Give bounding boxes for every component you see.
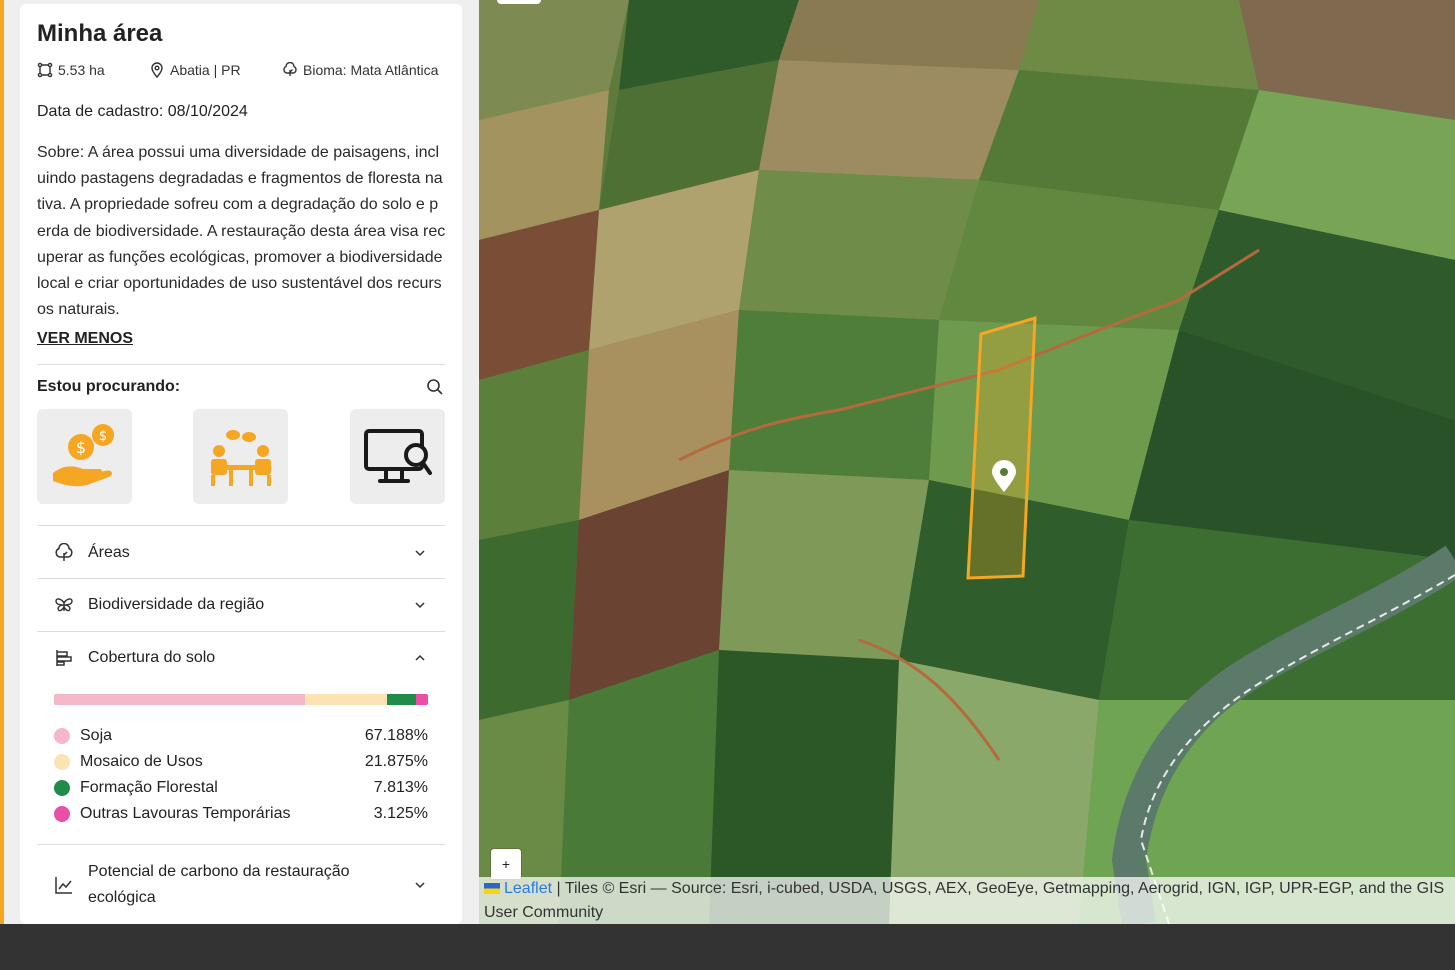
legend-name: Formação Florestal bbox=[80, 779, 218, 796]
ukraine-flag-icon bbox=[484, 883, 500, 894]
divider bbox=[37, 525, 445, 526]
divider bbox=[37, 364, 445, 365]
accordion-land-cover-label: Cobertura do solo bbox=[88, 649, 216, 666]
legend-item: Mosaico de Usos 21.875% bbox=[54, 751, 428, 773]
field-patch bbox=[479, 520, 579, 720]
area-size-value: 5.53 ha bbox=[58, 62, 105, 78]
land-cover-segment bbox=[305, 694, 388, 705]
legend-value: 7.813% bbox=[373, 779, 428, 796]
attribution-text: | Tiles © Esri — Source: Esri, i-cubed, … bbox=[484, 880, 1445, 921]
legend-item: Soja 67.188% bbox=[54, 725, 428, 747]
area-card: Minha área 5.53 ha Abatia | PR Bioma: Ma… bbox=[20, 4, 462, 924]
field-patch bbox=[729, 310, 939, 480]
field-patch bbox=[759, 60, 1019, 180]
tile-technology[interactable] bbox=[350, 409, 445, 504]
monitor-search-icon bbox=[363, 428, 432, 483]
svg-text:$: $ bbox=[98, 429, 106, 444]
area-location: Abatia | PR bbox=[149, 62, 241, 78]
accordion-areas[interactable]: Áreas bbox=[37, 527, 445, 579]
legend-swatch bbox=[54, 754, 70, 770]
legend-name: Outras Lavouras Temporárias bbox=[80, 805, 291, 822]
divider bbox=[37, 844, 445, 845]
legend-swatch bbox=[54, 728, 70, 744]
land-cover-segment bbox=[416, 694, 428, 705]
land-cover-bar bbox=[54, 694, 428, 705]
registration-date: Data de cadastro: 08/10/2024 bbox=[37, 103, 248, 120]
leaflet-link[interactable]: Leaflet bbox=[504, 880, 552, 897]
location-pin-icon bbox=[151, 62, 163, 78]
area-biome-value: Bioma: Mata Atlântica bbox=[303, 62, 439, 78]
tree-icon bbox=[283, 62, 297, 76]
field-patch bbox=[779, 0, 1039, 70]
tile-partnership[interactable] bbox=[193, 409, 288, 504]
chevron-down-icon bbox=[415, 882, 425, 889]
chevron-up-icon bbox=[415, 654, 425, 661]
field-patch bbox=[719, 470, 929, 660]
money-hand-icon: $ $ bbox=[52, 423, 114, 486]
legend-value: 67.188% bbox=[364, 727, 428, 744]
chevron-down-icon bbox=[415, 602, 425, 609]
legend-item: Outras Lavouras Temporárias 3.125% bbox=[54, 803, 428, 825]
field-patch bbox=[739, 170, 979, 320]
tree-icon bbox=[55, 543, 73, 561]
meeting-people-icon bbox=[210, 429, 271, 486]
accordion-biodiversity[interactable]: Biodiversidade da região bbox=[37, 579, 445, 631]
area-location-value: Abatia | PR bbox=[170, 62, 241, 78]
satellite-imagery[interactable] bbox=[479, 0, 1455, 924]
legend-name: Soja bbox=[80, 727, 113, 744]
area-biome: Bioma: Mata Atlântica bbox=[282, 62, 438, 78]
map-attribution: Leaflet | Tiles © Esri — Source: Esri, i… bbox=[479, 877, 1455, 924]
map-control[interactable] bbox=[497, 0, 541, 4]
tile-funding[interactable]: $ $ bbox=[37, 409, 132, 504]
seeking-heading: Estou procurando: bbox=[37, 378, 181, 395]
butterfly-icon bbox=[55, 598, 73, 612]
area-description: Sobre: A área possui uma diversidade de … bbox=[37, 144, 446, 319]
chevron-down-icon bbox=[415, 550, 425, 557]
accordion-land-cover[interactable]: Cobertura do solo bbox=[37, 632, 445, 684]
search-icon[interactable] bbox=[426, 378, 444, 396]
satellite-map[interactable]: + Leaflet | Tiles © Esri — Source: Esri,… bbox=[479, 0, 1455, 924]
legend-item: Formação Florestal 7.813% bbox=[54, 777, 428, 799]
area-size-icon bbox=[37, 62, 53, 78]
land-cover-segment bbox=[54, 694, 306, 705]
chart-line-icon bbox=[55, 877, 72, 894]
land-cover-segment bbox=[387, 694, 417, 705]
legend-name: Mosaico de Usos bbox=[80, 753, 203, 770]
show-less-link[interactable]: VER MENOS bbox=[37, 330, 133, 348]
footer-bar bbox=[0, 924, 1455, 970]
field-patch bbox=[479, 350, 589, 540]
accordion-areas-label: Áreas bbox=[88, 544, 130, 561]
legend-value: 21.875% bbox=[364, 753, 428, 770]
legend-swatch bbox=[54, 780, 70, 796]
legend-value: 3.125% bbox=[373, 805, 428, 822]
page-title: Minha área bbox=[37, 20, 163, 47]
area-size: 5.53 ha bbox=[37, 62, 105, 78]
accordion-carbon-label: Potencial de carbono da restauração ecol… bbox=[88, 863, 350, 906]
legend-swatch bbox=[54, 806, 70, 822]
zoom-in-button[interactable]: + bbox=[491, 849, 521, 879]
accordion-biodiversity-label: Biodiversidade da região bbox=[88, 596, 265, 613]
svg-text:$: $ bbox=[75, 438, 85, 457]
bars-icon bbox=[56, 650, 72, 666]
